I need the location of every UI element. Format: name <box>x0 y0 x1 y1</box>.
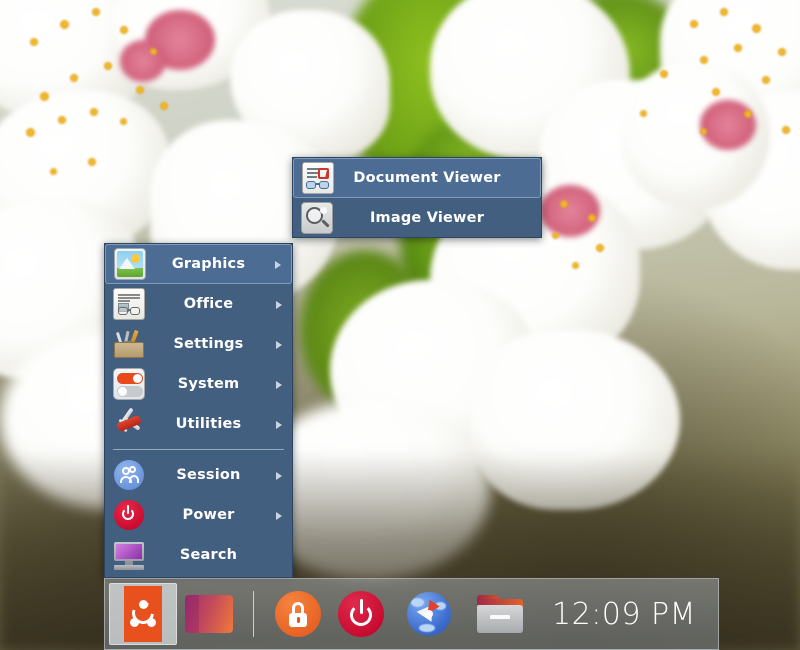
no-chevron <box>272 548 286 562</box>
session-icon <box>113 459 145 491</box>
menu-item-office[interactable]: Office <box>105 284 292 324</box>
menu-separator <box>113 449 284 450</box>
menu-item-label: Graphics <box>171 256 246 272</box>
chevron-right-icon <box>272 297 286 311</box>
submenu-item-document-viewer[interactable]: Document Viewer <box>293 158 541 198</box>
power-button[interactable] <box>328 583 394 645</box>
menu-item-label: Power <box>182 507 235 523</box>
workspace-switcher-icon <box>185 595 233 633</box>
menu-item-search[interactable]: Search <box>105 535 292 575</box>
menu-item-settings[interactable]: Settings <box>105 324 292 364</box>
desktop[interactable]: Document Viewer Image Viewer Graphics Of… <box>0 0 800 650</box>
taskbar-separator <box>253 591 254 637</box>
menu-item-system[interactable]: System <box>105 364 292 404</box>
workspace-switcher-button[interactable] <box>177 583 241 645</box>
submenu-item-image-viewer[interactable]: Image Viewer <box>293 198 541 238</box>
utilities-icon <box>113 407 145 440</box>
menu-item-utilities[interactable]: Utilities <box>105 404 292 444</box>
menu-item-power[interactable]: Power <box>105 495 292 535</box>
browser-button[interactable] <box>394 583 464 645</box>
clock[interactable]: 12:09 PM <box>536 597 718 632</box>
chevron-right-icon <box>272 337 286 351</box>
folder-icon <box>477 595 523 633</box>
power-icon <box>113 499 145 531</box>
ubuntu-logo-icon <box>124 586 162 642</box>
system-icon <box>113 368 145 400</box>
menu-item-label: Settings <box>173 336 244 352</box>
chevron-right-icon <box>272 508 286 522</box>
browser-compass-icon <box>407 592 451 636</box>
taskbar[interactable]: 12:09 PM <box>104 578 719 650</box>
lock-button[interactable] <box>268 583 328 645</box>
menu-item-label: Utilities <box>175 416 242 432</box>
graphics-submenu[interactable]: Document Viewer Image Viewer <box>292 157 542 238</box>
menu-item-label: Session <box>176 467 241 483</box>
power-icon <box>338 591 384 637</box>
document-viewer-icon <box>302 162 334 194</box>
submenu-item-label: Image Viewer <box>369 210 485 226</box>
submenu-item-label: Document Viewer <box>353 170 501 186</box>
chevron-right-icon <box>272 417 286 431</box>
image-viewer-icon <box>301 202 333 234</box>
application-menu[interactable]: Graphics Office Settings System Utilitie… <box>104 243 293 578</box>
menu-item-session[interactable]: Session <box>105 455 292 495</box>
applications-launcher-button[interactable] <box>109 583 177 645</box>
chevron-right-icon <box>272 468 286 482</box>
search-icon <box>113 539 145 571</box>
office-icon <box>113 288 145 320</box>
menu-item-label: Office <box>183 296 234 312</box>
settings-icon <box>113 328 145 360</box>
chevron-right-icon <box>271 257 285 271</box>
lock-icon <box>275 591 321 637</box>
chevron-right-icon <box>272 377 286 391</box>
files-button[interactable] <box>464 583 536 645</box>
menu-item-label: System <box>177 376 240 392</box>
menu-item-graphics[interactable]: Graphics <box>105 244 292 284</box>
menu-item-label: Search <box>179 547 238 563</box>
graphics-icon <box>114 248 146 280</box>
